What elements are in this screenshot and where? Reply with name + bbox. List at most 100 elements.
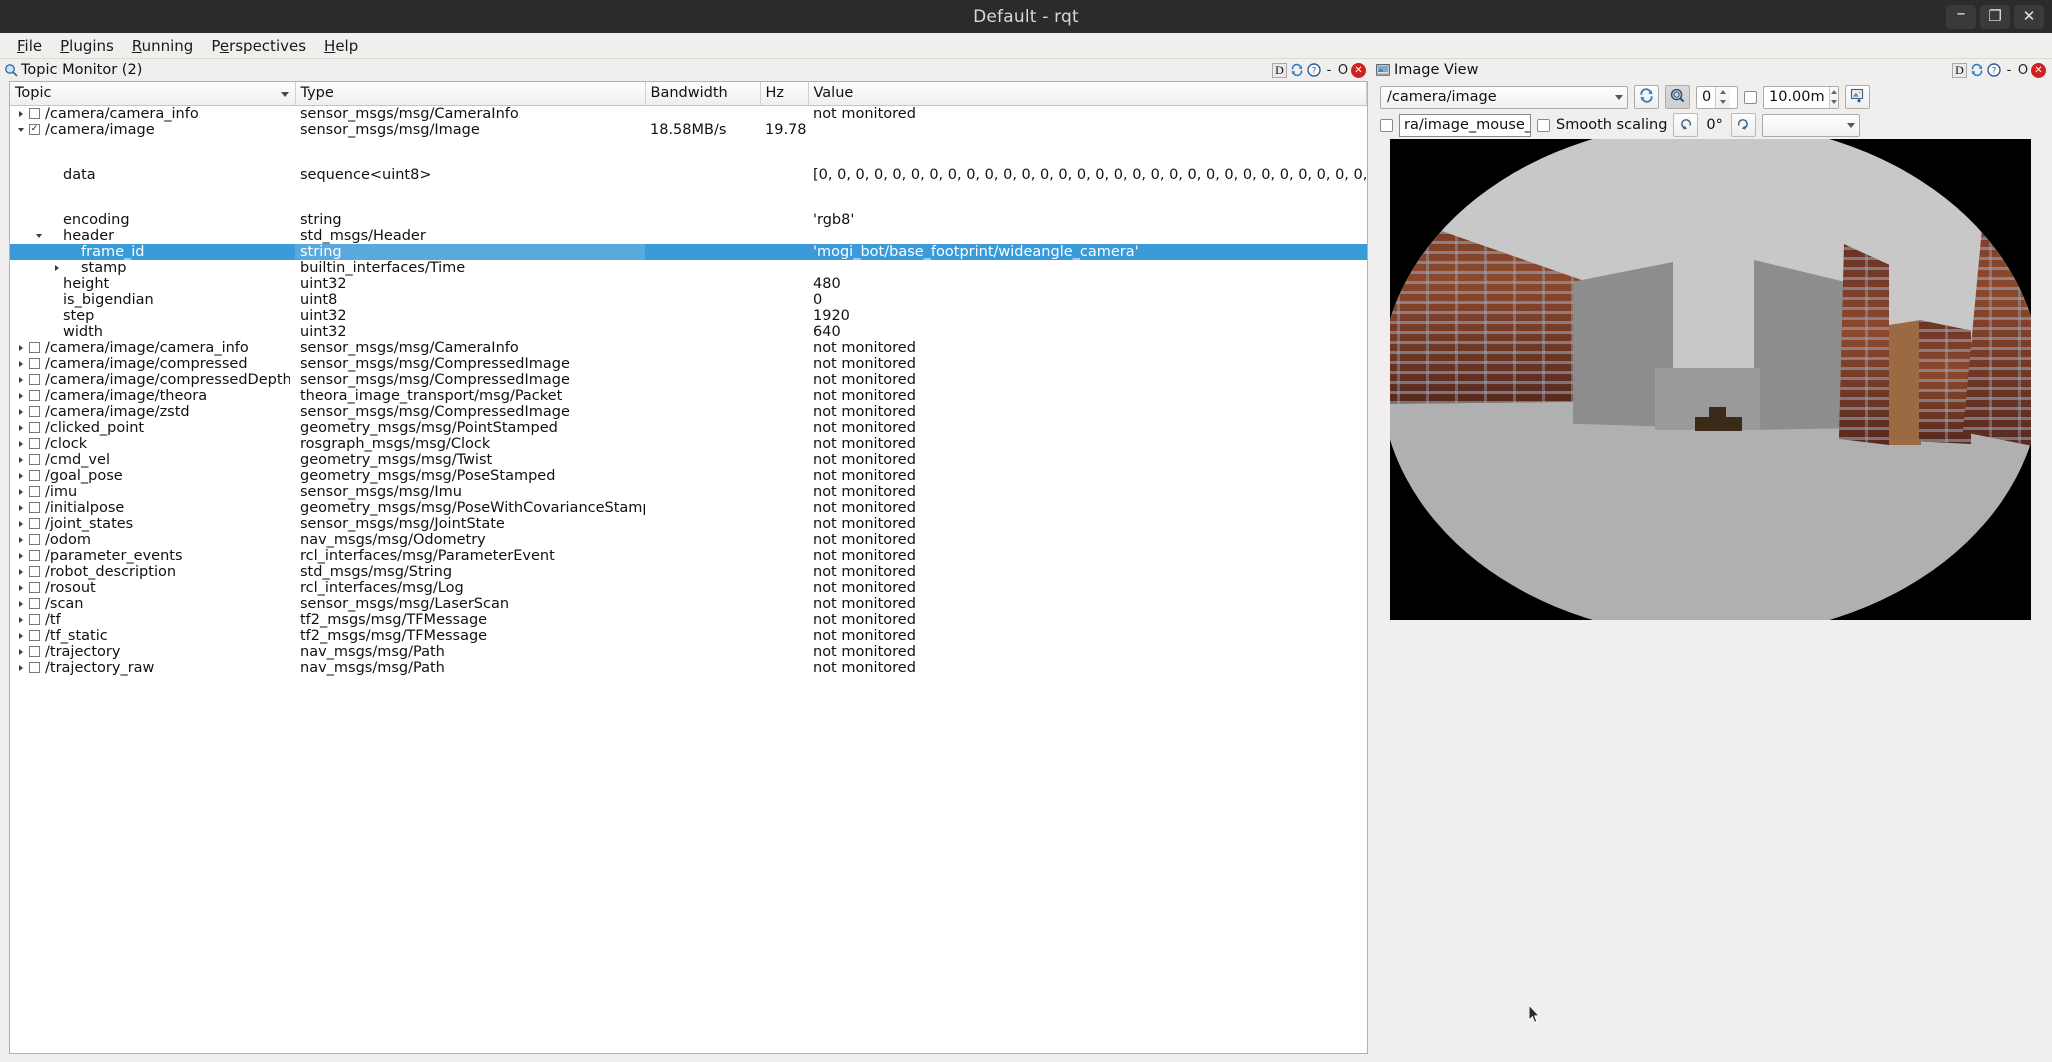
- row-checkbox[interactable]: [29, 662, 40, 674]
- row-checkbox[interactable]: [29, 582, 40, 594]
- row-checkbox[interactable]: [29, 108, 40, 119]
- spin-down-icon[interactable]: [1830, 97, 1838, 108]
- image-view-minimize-button[interactable]: -: [2003, 63, 2015, 78]
- expand-arrow-closed-icon[interactable]: [15, 553, 27, 559]
- table-row[interactable]: /camera/image/compressed sensor_msgs/msg/…: [10, 356, 1367, 372]
- table-row[interactable]: /camera/image/compressedDepth sensor_msgs…: [10, 372, 1367, 388]
- dynamic-range-checkbox[interactable]: [1744, 90, 1757, 104]
- expand-arrow-closed-icon[interactable]: [15, 111, 27, 117]
- expand-arrow-closed-icon[interactable]: [15, 345, 27, 351]
- topic-monitor-close-button[interactable]: ✕: [1351, 62, 1366, 78]
- table-row[interactable]: ✓ /camera/image sensor_msgs/msg/Image 18.58…: [10, 122, 1367, 138]
- extra-combo[interactable]: [1761, 113, 1860, 137]
- table-row[interactable]: /clicked_point geometry_msgs/msg/PointSta…: [10, 420, 1367, 436]
- window-minimize-button[interactable]: –: [1946, 4, 1976, 29]
- expand-arrow-closed-icon[interactable]: [15, 617, 27, 623]
- column-header-value[interactable]: Value: [808, 82, 1367, 106]
- row-checkbox[interactable]: [29, 438, 40, 450]
- expand-arrow-open-icon[interactable]: [15, 128, 27, 132]
- row-checkbox[interactable]: [29, 454, 40, 466]
- smooth-scaling-checkbox[interactable]: [1537, 118, 1550, 132]
- gridlines-spin-arrows[interactable]: [1715, 86, 1731, 108]
- table-row[interactable]: /goal_pose geometry_msgs/msg/PoseStamped n…: [10, 468, 1367, 484]
- table-row[interactable]: header std_msgs/Header: [10, 228, 1367, 244]
- expand-arrow-closed-icon[interactable]: [15, 457, 27, 463]
- table-row[interactable]: /parameter_events rcl_interfaces/msg/Para…: [10, 548, 1367, 564]
- table-row[interactable]: frame_id string 'mogi_bot/base_footprint/w…: [10, 243, 1367, 260]
- gridlines-spinbox[interactable]: 0: [1696, 85, 1738, 109]
- table-row[interactable]: height uint32 480: [10, 276, 1367, 292]
- expand-arrow-closed-icon[interactable]: [15, 537, 27, 543]
- spin-down-icon[interactable]: [1716, 97, 1730, 108]
- row-checkbox[interactable]: [29, 470, 40, 482]
- topic-table-container[interactable]: Topic Type Bandwidth Hz Value /camera/ca…: [9, 81, 1368, 1054]
- row-checkbox[interactable]: [29, 422, 40, 434]
- image-display-area[interactable]: [1372, 137, 2052, 1062]
- table-row[interactable]: /scan sensor_msgs/msg/LaserScan not monito…: [10, 596, 1367, 612]
- column-header-topic[interactable]: Topic: [10, 82, 296, 106]
- topic-monitor-dock-button[interactable]: D: [1272, 62, 1287, 78]
- table-row[interactable]: encoding string 'rgb8': [10, 212, 1367, 228]
- column-header-hz[interactable]: Hz: [760, 82, 809, 106]
- topic-monitor-minimize-button[interactable]: -: [1323, 63, 1335, 78]
- table-row[interactable]: /tf tf2_msgs/msg/TFMessage not monitored: [10, 612, 1367, 628]
- table-row[interactable]: data sequence<uint8> [0, 0, 0, 0, 0, 0, 0,…: [10, 167, 1367, 183]
- publish-click-topic-input[interactable]: ra/image_mouse_left: [1399, 113, 1531, 137]
- table-row[interactable]: /camera/camera_info sensor_msgs/msg/Camer…: [10, 105, 1367, 122]
- expand-arrow-closed-icon[interactable]: [15, 649, 27, 655]
- menu-perspectives[interactable]: Perspectives: [202, 35, 315, 57]
- camera-image[interactable]: [1390, 139, 2031, 620]
- row-checkbox[interactable]: [29, 534, 40, 546]
- expand-arrow-closed-icon[interactable]: [15, 409, 27, 415]
- table-row[interactable]: /tf_static tf2_msgs/msg/TFMessage not moni…: [10, 628, 1367, 644]
- publish-click-checkbox[interactable]: [1380, 118, 1393, 132]
- table-row[interactable]: /cmd_vel geometry_msgs/msg/Twist not monit…: [10, 452, 1367, 468]
- row-checkbox[interactable]: [29, 566, 40, 578]
- expand-arrow-closed-icon[interactable]: [15, 377, 27, 383]
- expand-arrow-closed-icon[interactable]: [15, 441, 27, 447]
- table-row[interactable]: /rosout rcl_interfaces/msg/Log not monitor…: [10, 580, 1367, 596]
- row-checkbox[interactable]: [29, 358, 40, 370]
- topic-monitor-float-button[interactable]: O: [1337, 63, 1349, 78]
- topic-monitor-help-icon[interactable]: ?: [1306, 63, 1321, 78]
- rotate-left-button[interactable]: [1673, 113, 1699, 137]
- row-checkbox[interactable]: [29, 614, 40, 626]
- row-checkbox[interactable]: [29, 646, 40, 658]
- table-row[interactable]: /robot_description std_msgs/msg/String not…: [10, 564, 1367, 580]
- table-row[interactable]: /initialpose geometry_msgs/msg/PoseWithCo…: [10, 500, 1367, 516]
- expand-arrow-closed-icon[interactable]: [15, 521, 27, 527]
- expand-arrow-closed-icon[interactable]: [51, 265, 63, 271]
- row-checkbox[interactable]: [29, 550, 40, 562]
- table-row[interactable]: [10, 138, 1367, 153]
- row-checkbox[interactable]: [29, 374, 40, 386]
- zoom-to-fit-button[interactable]: [1665, 85, 1690, 109]
- expand-arrow-closed-icon[interactable]: [15, 665, 27, 671]
- image-view-help-icon[interactable]: ?: [1986, 63, 2001, 78]
- expand-arrow-closed-icon[interactable]: [15, 601, 27, 607]
- table-row[interactable]: /clock rosgraph_msgs/msg/Clock not monitor…: [10, 436, 1367, 452]
- image-view-reload-icon[interactable]: [1969, 63, 1984, 78]
- max-range-spinbox[interactable]: 10.00m: [1763, 85, 1839, 109]
- row-checkbox[interactable]: [29, 342, 40, 354]
- expand-arrow-closed-icon[interactable]: [15, 425, 27, 431]
- spin-up-icon[interactable]: [1830, 87, 1838, 98]
- table-row[interactable]: /odom nav_msgs/msg/Odometry not monitored: [10, 532, 1367, 548]
- table-row[interactable]: /imu sensor_msgs/msg/Imu not monitored: [10, 484, 1367, 500]
- table-row[interactable]: [10, 183, 1367, 198]
- expand-arrow-closed-icon[interactable]: [15, 489, 27, 495]
- table-row[interactable]: [10, 197, 1367, 212]
- expand-arrow-closed-icon[interactable]: [15, 473, 27, 479]
- save-image-button[interactable]: [1845, 85, 1870, 109]
- window-maximize-button[interactable]: ❐: [1980, 4, 2010, 29]
- table-row[interactable]: [10, 152, 1367, 167]
- table-row[interactable]: width uint32 640: [10, 324, 1367, 340]
- row-checkbox[interactable]: [29, 518, 40, 530]
- expand-arrow-closed-icon[interactable]: [15, 569, 27, 575]
- table-row[interactable]: /camera/image/camera_info sensor_msgs/msg…: [10, 340, 1367, 356]
- expand-arrow-closed-icon[interactable]: [15, 393, 27, 399]
- table-row[interactable]: /joint_states sensor_msgs/msg/JointState n…: [10, 516, 1367, 532]
- spin-up-icon[interactable]: [1716, 87, 1730, 98]
- image-view-float-button[interactable]: O: [2017, 63, 2029, 78]
- row-checkbox[interactable]: [29, 630, 40, 642]
- expand-arrow-open-icon[interactable]: [33, 234, 45, 238]
